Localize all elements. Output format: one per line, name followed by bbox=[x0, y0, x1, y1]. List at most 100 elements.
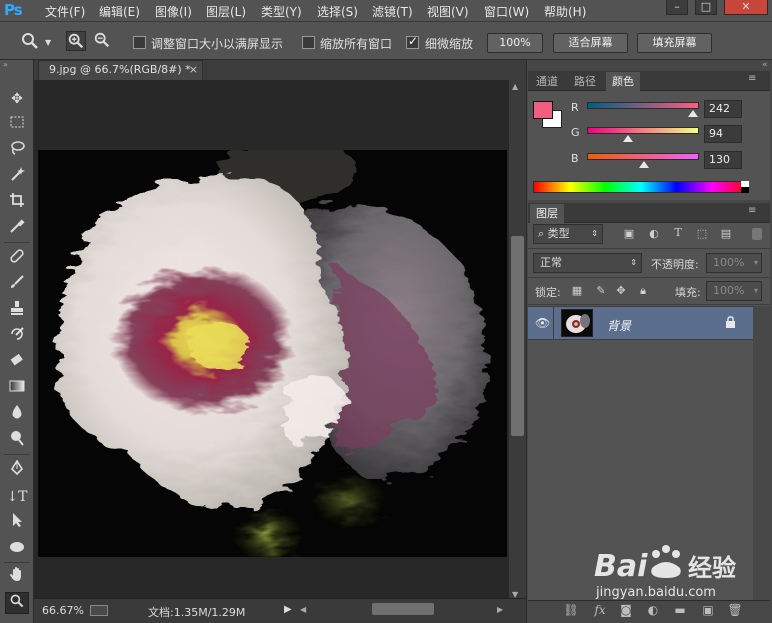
filter-type-icon[interactable]: T bbox=[671, 226, 685, 239]
menu-type[interactable]: 类型(Y) bbox=[261, 3, 302, 20]
zoom-tool-icon[interactable] bbox=[5, 592, 29, 614]
filter-shape-icon[interactable]: ⬚ bbox=[695, 227, 709, 240]
color-spectrum-bar[interactable] bbox=[533, 181, 749, 193]
blue-value-field[interactable]: 130 bbox=[704, 151, 742, 169]
ellipse-tool-icon[interactable] bbox=[5, 538, 29, 560]
blue-slider-thumb[interactable] bbox=[639, 161, 650, 168]
gradient-tool-icon[interactable] bbox=[5, 378, 29, 400]
hand-tool-icon[interactable] bbox=[5, 566, 29, 588]
close-tab-icon[interactable]: × bbox=[189, 61, 198, 79]
eraser-tool-icon[interactable] bbox=[5, 352, 29, 374]
brush-tool-icon[interactable] bbox=[5, 274, 29, 296]
green-value-field[interactable]: 94 bbox=[704, 125, 742, 143]
horizontal-scroll-thumb[interactable] bbox=[372, 603, 434, 615]
scroll-right-icon[interactable]: ▶ bbox=[497, 605, 503, 614]
menu-edit[interactable]: 编辑(E) bbox=[99, 3, 140, 20]
new-layer-icon[interactable]: ▣ bbox=[700, 603, 716, 617]
menu-file[interactable]: 文件(F) bbox=[45, 3, 85, 20]
vertical-scroll-thumb[interactable] bbox=[511, 236, 524, 436]
move-tool-icon[interactable]: ✥ bbox=[5, 88, 29, 110]
menu-select[interactable]: 选择(S) bbox=[317, 3, 358, 20]
tab-layers[interactable]: 图层 bbox=[530, 204, 564, 223]
close-button[interactable]: ✕ bbox=[724, 0, 768, 15]
blue-slider[interactable] bbox=[587, 153, 699, 160]
zoom-all-windows-checkbox[interactable] bbox=[302, 36, 315, 49]
clone-stamp-tool-icon[interactable] bbox=[5, 300, 29, 322]
blend-mode-select[interactable]: 正常 ⇕ bbox=[533, 253, 642, 273]
lock-all-icon[interactable]: 🔒︎ bbox=[636, 284, 650, 298]
green-slider-thumb[interactable] bbox=[623, 135, 634, 142]
menu-image[interactable]: 图像(I) bbox=[155, 3, 192, 20]
filter-toggle[interactable] bbox=[752, 228, 762, 240]
red-slider-thumb[interactable] bbox=[688, 110, 699, 117]
lock-transparency-icon[interactable]: ▦ bbox=[570, 284, 584, 297]
menu-window[interactable]: 窗口(W) bbox=[484, 3, 529, 20]
green-slider[interactable] bbox=[587, 127, 699, 134]
menu-help[interactable]: 帮助(H) bbox=[544, 3, 586, 20]
history-brush-tool-icon[interactable] bbox=[5, 326, 29, 348]
type-tool-icon[interactable]: ↓T bbox=[5, 486, 29, 508]
status-menu-arrow-icon[interactable]: ▶ bbox=[284, 604, 292, 615]
red-label: R bbox=[571, 101, 579, 114]
dock-collapse-icon[interactable]: « bbox=[762, 60, 768, 70]
red-value-field[interactable]: 242 bbox=[704, 100, 742, 118]
status-preview-icon[interactable] bbox=[90, 605, 108, 616]
lock-position-icon[interactable]: ✥ bbox=[614, 284, 628, 297]
path-selection-tool-icon[interactable] bbox=[5, 512, 29, 534]
menu-filter[interactable]: 滤镜(T) bbox=[372, 3, 413, 20]
zoom-100-button[interactable]: 100% bbox=[487, 33, 543, 53]
zoom-level[interactable]: 66.67% bbox=[42, 604, 84, 617]
resize-windows-checkbox[interactable] bbox=[133, 36, 146, 49]
foreground-color-swatch[interactable] bbox=[533, 101, 553, 119]
filter-pixel-icon[interactable]: ▣ bbox=[622, 227, 636, 240]
dodge-tool-icon[interactable] bbox=[5, 430, 29, 452]
magic-wand-tool-icon[interactable] bbox=[5, 166, 29, 188]
red-slider[interactable] bbox=[587, 102, 699, 109]
menu-layer[interactable]: 图层(L) bbox=[206, 3, 246, 20]
eyedropper-tool-icon[interactable] bbox=[5, 218, 29, 240]
layer-style-icon[interactable]: fx bbox=[592, 603, 608, 617]
eye-visibility-icon[interactable]: 👁︎ bbox=[535, 316, 550, 330]
opacity-field[interactable]: 100% ▾ bbox=[706, 253, 762, 273]
adjustment-layer-icon[interactable]: ◐ bbox=[645, 603, 661, 617]
restore-button[interactable]: □ bbox=[695, 0, 717, 15]
crop-tool-icon[interactable] bbox=[5, 192, 29, 214]
tab-paths[interactable]: 路径 bbox=[568, 72, 602, 91]
tab-color[interactable]: 颜色 bbox=[606, 72, 640, 91]
layers-panel-menu-icon[interactable]: ≡ bbox=[748, 205, 756, 216]
scroll-left-icon[interactable]: ◀ bbox=[300, 605, 306, 614]
canvas-image[interactable] bbox=[38, 150, 507, 557]
pen-tool-icon[interactable] bbox=[5, 459, 29, 482]
new-group-icon[interactable]: ▬ bbox=[672, 603, 688, 617]
zoom-out-icon[interactable] bbox=[92, 31, 112, 51]
filter-smart-object-icon[interactable]: ▤ bbox=[719, 227, 733, 240]
lasso-tool-icon[interactable] bbox=[5, 140, 29, 162]
zoom-tool-preset-icon[interactable] bbox=[20, 31, 40, 51]
delete-layer-icon[interactable]: 🗑︎ bbox=[727, 603, 743, 617]
preset-dropdown-icon[interactable]: ▼ bbox=[45, 38, 51, 47]
blur-tool-icon[interactable] bbox=[5, 404, 29, 426]
scrubby-zoom-checkbox[interactable] bbox=[406, 34, 419, 49]
healing-brush-tool-icon[interactable] bbox=[5, 248, 29, 270]
filter-adjustment-icon[interactable]: ◐ bbox=[647, 227, 661, 240]
fill-screen-button[interactable]: 填充屏幕 bbox=[637, 33, 712, 53]
layer-filter-select[interactable]: ⌕ 类型 ⇕ bbox=[533, 224, 603, 244]
lock-pixels-icon[interactable]: ✎ bbox=[594, 284, 608, 297]
layer-name[interactable]: 背景 bbox=[607, 317, 631, 334]
scroll-up-icon[interactable]: ▲ bbox=[512, 82, 518, 91]
link-layers-icon[interactable]: ⛓︎ bbox=[563, 603, 579, 617]
collapse-icon[interactable]: » bbox=[0, 60, 34, 70]
tab-channels[interactable]: 通道 bbox=[530, 72, 564, 91]
fill-field[interactable]: 100% ▾ bbox=[706, 281, 762, 301]
fill-value: 100% bbox=[713, 284, 745, 297]
zoom-in-icon[interactable] bbox=[66, 31, 86, 51]
menu-view[interactable]: 视图(V) bbox=[427, 3, 469, 20]
black-swatch[interactable] bbox=[741, 187, 749, 193]
color-panel-menu-icon[interactable]: ≡ bbox=[748, 73, 756, 84]
document-tab[interactable]: 9.jpg @ 66.7%(RGB/8#) * × bbox=[38, 60, 203, 80]
minimize-button[interactable]: – bbox=[666, 0, 688, 15]
marquee-tool-icon[interactable] bbox=[5, 114, 29, 136]
document-tab-title: 9.jpg @ 66.7%(RGB/8#) * bbox=[49, 63, 191, 76]
fit-screen-button[interactable]: 适合屏幕 bbox=[553, 33, 628, 53]
add-mask-icon[interactable]: ◙ bbox=[618, 603, 634, 617]
